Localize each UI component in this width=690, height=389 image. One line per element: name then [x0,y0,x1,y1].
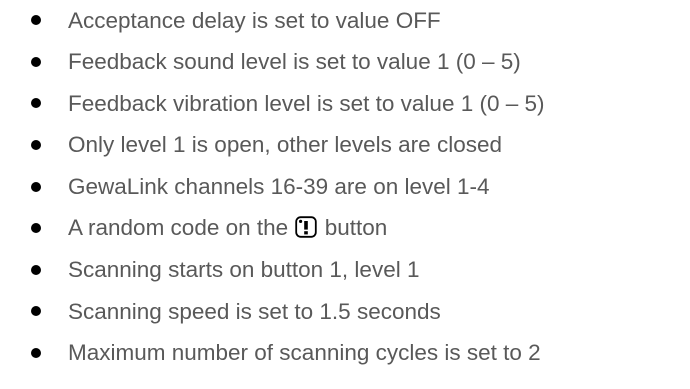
list-item-text: Only level 1 is open, other levels are c… [68,132,502,158]
list-item: Scanning speed is set to 1.5 seconds [0,291,690,333]
list-item-text: Scanning starts on button 1, level 1 [68,257,420,283]
list-item-text-before: A random code on the [68,215,289,241]
list-item: A random code on the button [0,207,690,249]
list-item: Acceptance delay is set to value OFF [0,0,690,41]
list-item-text: Acceptance delay is set to value OFF [68,7,441,33]
list-item: Scanning starts on button 1, level 1 [0,249,690,291]
settings-bullet-list: Acceptance delay is set to value OFF Fee… [0,0,690,374]
list-item-text: Scanning speed is set to 1.5 seconds [68,298,441,324]
bullet-icon [31,181,41,192]
list-item-text: GewaLink channels 16-39 are on level 1-4 [68,173,490,199]
bullet-icon [31,264,41,275]
list-item: Only level 1 is open, other levels are c… [0,124,690,166]
list-item: GewaLink channels 16-39 are on level 1-4 [0,166,690,208]
bullet-icon [31,56,41,67]
bullet-icon [31,223,41,234]
list-item: Feedback vibration level is set to value… [0,83,690,125]
list-item-text: Feedback sound level is set to value 1 (… [68,49,521,75]
list-item: Maximum number of scanning cycles is set… [0,332,690,374]
bullet-icon [31,348,41,359]
bullet-icon [31,306,41,317]
exclamation-key-icon [295,216,318,239]
list-item-text: Maximum number of scanning cycles is set… [68,340,541,366]
list-item-text: Feedback vibration level is set to value… [68,90,545,116]
list-item: Feedback sound level is set to value 1 (… [0,41,690,83]
bullet-icon [31,98,41,109]
list-item-text-after: button [324,215,388,241]
list-item-text: A random code on the button [68,207,387,249]
bullet-icon [31,140,41,151]
bullet-icon [31,15,41,26]
